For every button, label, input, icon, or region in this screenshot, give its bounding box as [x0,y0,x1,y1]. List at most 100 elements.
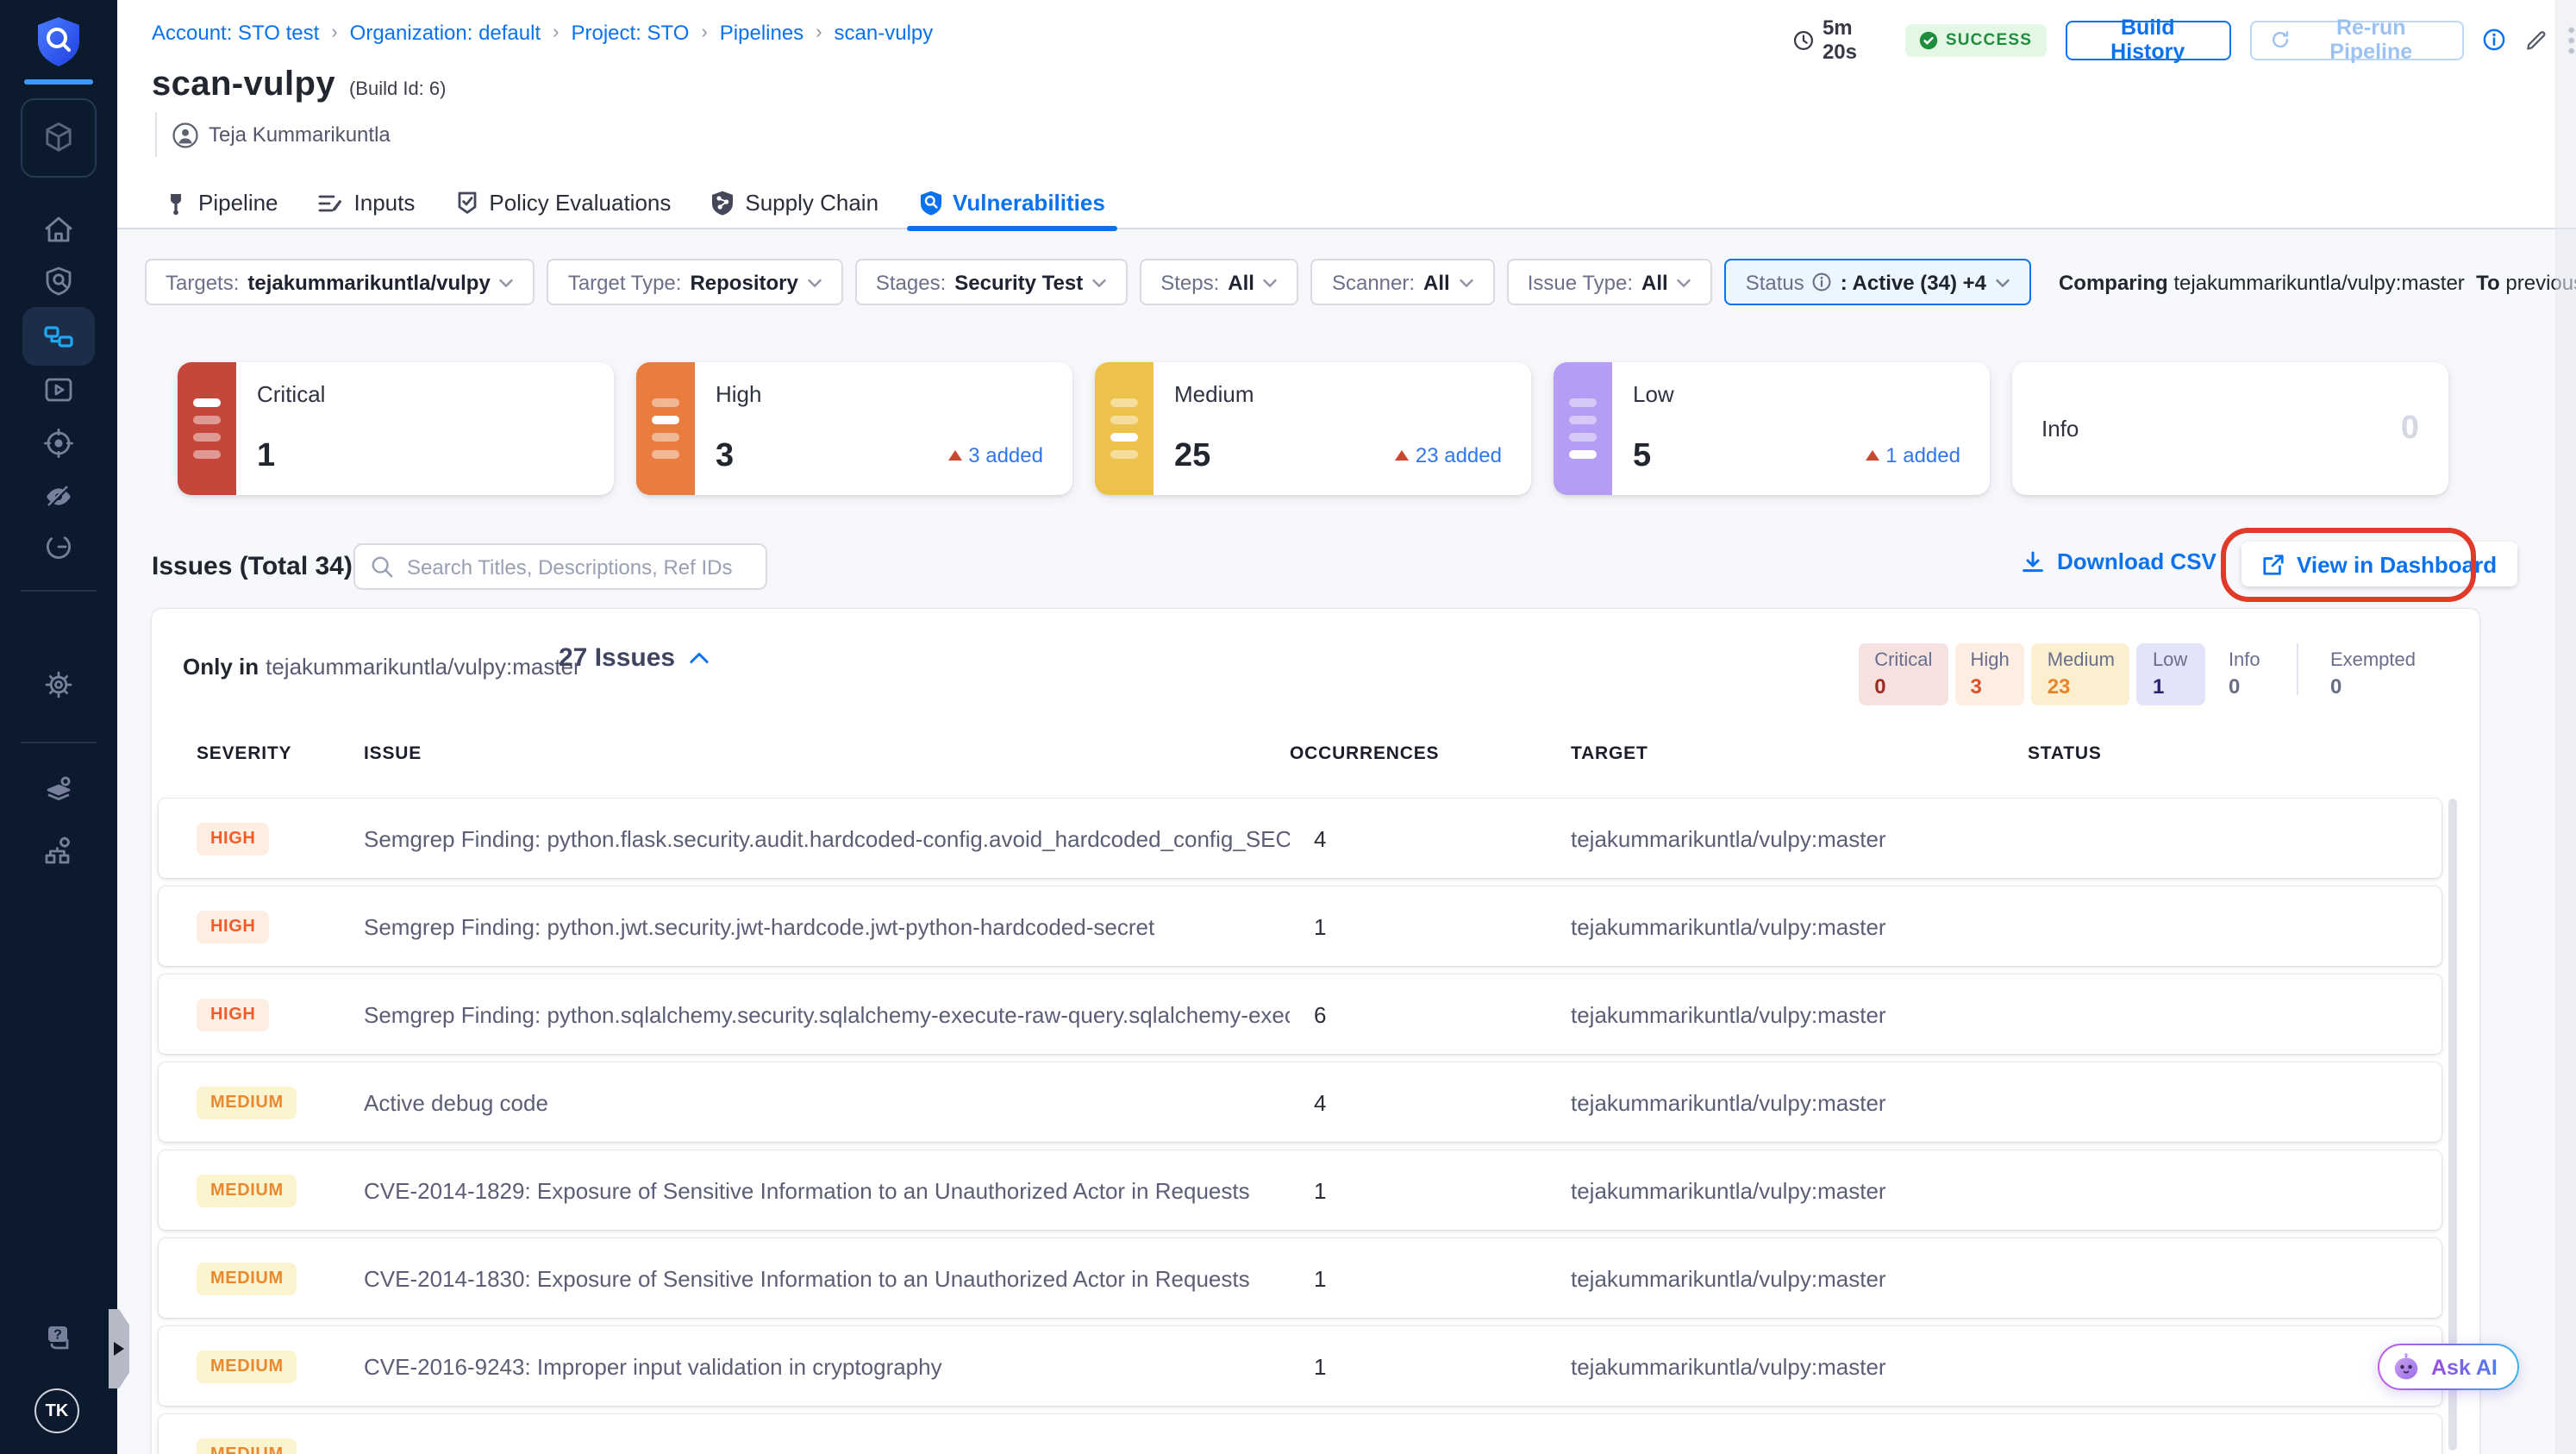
group-issues-count-toggle[interactable]: 27 Issues [559,643,708,673]
high-severity-bars-icon [636,362,695,495]
targets-filter[interactable]: Targets: tejakummarikuntla/vulpy [145,259,535,305]
view-in-dashboard-button[interactable]: View in Dashboard [2241,542,2518,586]
group-only-in-label: Only in tejakummarikuntla/vulpy:master [183,654,581,680]
user-icon [172,122,198,147]
info-card[interactable]: Info 0 [2012,362,2448,495]
critical-count: 1 [257,438,276,474]
table-row[interactable]: HIGH Semgrep Finding: python.sqlalchemy.… [159,975,2442,1054]
breadcrumb-separator: › [701,22,708,43]
chip-exempted[interactable]: Exempted 0 [2315,643,2431,705]
chevron-down-icon [1677,278,1691,287]
severity-badge: MEDIUM [197,1175,297,1207]
module-active-indicator [24,79,93,85]
breadcrumb-separator: › [816,22,822,43]
supply-chain-tab-icon [712,191,734,216]
table-row[interactable]: MEDIUM CVE-2014-1829: Exposure of Sensit… [159,1150,2442,1230]
medium-card[interactable]: Medium 25 23 added [1095,362,1531,495]
issue-title: Semgrep Finding: python.jwt.security.jwt… [364,913,1155,939]
target-name: tejakummarikuntla/vulpy:master [1571,913,1886,939]
col-issue: ISSUE [364,743,422,764]
severity-badge: MEDIUM [197,1351,297,1383]
breadcrumb-current-link[interactable]: scan-vulpy [835,21,934,45]
chevron-down-icon [1995,278,2010,287]
breadcrumb-separator: › [553,22,560,43]
low-severity-bars-icon [1554,362,1612,495]
sidebar-pipelines-icon[interactable] [0,319,117,354]
tab-inputs[interactable]: Inputs [313,177,421,229]
tab-vulnerabilities[interactable]: Vulnerabilities [906,177,1118,230]
issues-table: HIGH Semgrep Finding: python.flask.secur… [159,799,2442,1454]
user-avatar[interactable]: TK [34,1388,79,1433]
table-row[interactable]: HIGH Semgrep Finding: python.flask.secur… [159,799,2442,878]
breadcrumb-separator: › [331,22,338,43]
module-selector-cube-icon[interactable] [21,98,97,178]
sidebar-exemptions-eye-off-icon[interactable] [0,479,117,514]
chip-medium[interactable]: Medium 23 [2031,643,2130,705]
breadcrumb-account-link[interactable]: Account: STO test [152,21,319,45]
sidebar-divider [21,742,97,743]
severity-badge: HIGH [197,911,270,943]
severity-badge: MEDIUM [197,1263,297,1295]
sto-shield-logo-icon[interactable] [0,14,117,72]
comparing-label: Comparing tejakummarikuntla/vulpy:master… [2058,270,2576,294]
sidebar-executions-icon[interactable] [0,373,117,407]
high-card[interactable]: High 3 3 added [636,362,1072,495]
chip-high[interactable]: High 3 [1954,643,2025,705]
col-target: TARGET [1571,743,1648,764]
scanner-filter[interactable]: Scanner: All [1310,259,1495,305]
chip-info[interactable]: Info 0 [2213,643,2282,705]
ask-ai-button[interactable]: Ask AI [2378,1344,2520,1390]
info-icon[interactable] [2484,28,2506,52]
sidebar-getting-started-icon[interactable] [0,530,117,564]
tab-pipeline[interactable]: Pipeline [159,177,284,229]
issue-title: CVE-2014-1829: Exposure of Sensitive Inf… [364,1177,1250,1203]
sidebar-settings-gear-icon[interactable] [0,667,117,702]
severity-badge: MEDIUM [197,1087,297,1119]
breadcrumb-project-link[interactable]: Project: STO [572,21,690,45]
browser-scrollbar-gutter[interactable] [2555,0,2576,1454]
stages-filter[interactable]: Stages: Security Test [854,259,1129,305]
sidebar-test-targets-icon[interactable] [0,264,117,298]
breadcrumb-pipelines-link[interactable]: Pipelines [720,21,803,45]
rerun-pipeline-button[interactable]: Re-run Pipeline [2249,16,2465,64]
chevron-down-icon [499,278,514,287]
sidebar-home-icon[interactable] [0,212,117,247]
vulnerabilities-tab-icon [920,191,941,216]
table-header: SEVERITY ISSUE OCCURRENCES TARGET STATUS [159,743,2442,764]
issues-total-title: Issues (Total 34) [152,552,353,581]
issue-type-filter[interactable]: Issue Type: All [1506,259,1713,305]
table-row[interactable]: HIGH Semgrep Finding: python.jwt.securit… [159,887,2442,966]
table-row[interactable]: MEDIUM CVE-2016-9243: Improper input val… [159,1326,2442,1406]
breadcrumb-org-link[interactable]: Organization: default [350,21,541,45]
build-history-button[interactable]: Build History [2065,16,2231,64]
table-row[interactable]: MEDIUM CVE-2014-1830: Exposure of Sensit… [159,1238,2442,1318]
tab-supply-chain[interactable]: Supply Chain [705,177,884,229]
build-id-label: (Build Id: 6) [348,79,447,100]
sidebar-default-settings-layers-icon[interactable] [0,773,117,807]
table-row[interactable]: MEDIUM Active debug code 4 tejakummariku… [159,1062,2442,1142]
sidebar-org-resources-icon[interactable] [0,833,117,868]
occurrences-count: 1 [1314,1353,1327,1379]
external-link-icon [2263,554,2284,574]
chip-low[interactable]: Low 1 [2136,643,2206,705]
chip-critical[interactable]: Critical 0 [1859,643,1948,705]
edit-pencil-icon[interactable] [2525,27,2549,53]
status-filter[interactable]: Status : Active (34) +4 [1724,259,2031,305]
low-card[interactable]: Low 5 1 added [1554,362,1990,495]
sidebar-help-chat-icon[interactable]: ? [0,1319,117,1354]
status-badge: SUCCESS [1905,23,2047,56]
high-added-delta: 3 added [947,443,1043,467]
target-name: tejakummarikuntla/vulpy:master [1571,1265,1886,1291]
tab-policy-evaluations[interactable]: Policy Evaluations [449,177,676,229]
issues-search-input[interactable] [403,553,750,580]
chevron-down-icon [1459,278,1473,287]
download-csv-button[interactable]: Download CSV [2021,548,2216,574]
sidebar-targets-icon[interactable] [0,426,117,461]
sidebar-expand-handle[interactable] [109,1309,129,1388]
target-type-filter[interactable]: Target Type: Repository [547,259,843,305]
low-added-delta: 1 added [1865,443,1960,467]
critical-card[interactable]: Critical 1 [178,362,614,495]
steps-filter[interactable]: Steps: All [1140,259,1299,305]
table-row[interactable]: MEDIUM [159,1414,2442,1454]
chevron-down-icon [1092,278,1107,287]
